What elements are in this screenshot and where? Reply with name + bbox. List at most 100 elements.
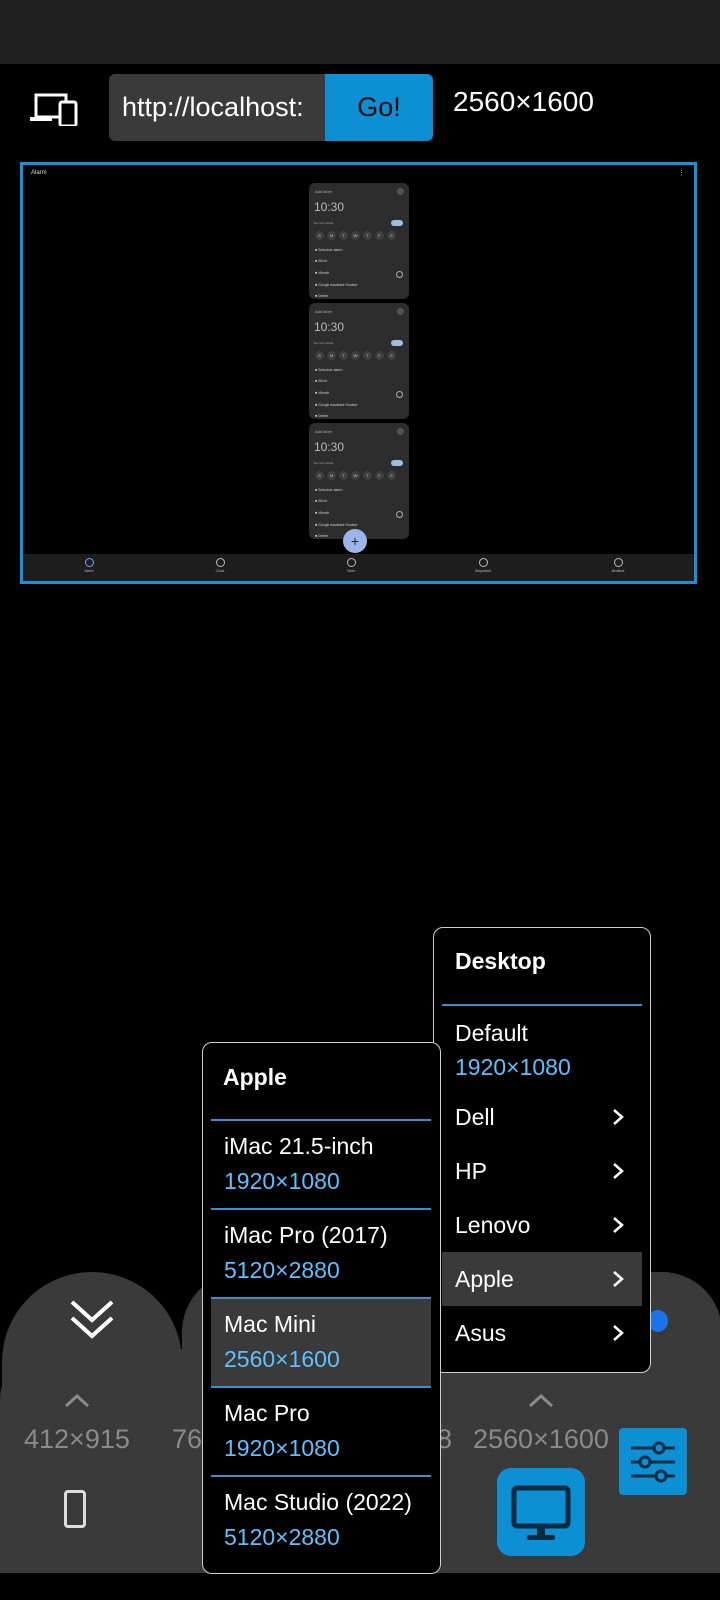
alarm-option: ■ Google Assistant Routine <box>315 283 358 287</box>
preview-nav-stopwatch: Stopwatch <box>463 558 503 573</box>
alarm-label: Add label <box>315 189 332 194</box>
apple-model-item[interactable]: iMac 21.5-inch 1920×1080 <box>211 1121 431 1208</box>
alarm-option: ■ Schedule alarm <box>315 368 343 372</box>
alarm-option: ■ Silent <box>315 259 327 263</box>
menu-item-asus[interactable]: Asus <box>442 1306 642 1360</box>
collapse-icon <box>397 188 404 195</box>
settings-button[interactable] <box>619 1428 687 1495</box>
alarm-days: SMTWTFS <box>315 231 396 240</box>
preview-app-title: Alarm <box>31 170 47 176</box>
alarm-option: ■ Delete <box>315 534 329 538</box>
radio-icon <box>396 271 403 278</box>
alarm-option: ■ Delete <box>315 414 329 418</box>
caret-up-icon[interactable] <box>528 1394 554 1408</box>
model-name: iMac 21.5-inch <box>224 1133 374 1159</box>
day-chip: T <box>363 471 372 480</box>
menu-item-dell[interactable]: Dell <box>442 1090 642 1144</box>
alarm-option: ■ Silent <box>315 499 327 503</box>
alarm-days: SMTWTFS <box>315 351 396 360</box>
apple-model-item[interactable]: Mac Studio (2022) 5120×2880 <box>211 1477 431 1564</box>
devices-icon[interactable] <box>30 92 78 126</box>
go-button[interactable]: Go! <box>325 74 433 141</box>
alarm-option: ■ Vibrate <box>315 391 330 395</box>
url-field[interactable] <box>109 74 325 141</box>
day-chip: F <box>375 471 384 480</box>
status-bar <box>0 0 720 64</box>
day-chip: F <box>375 351 384 360</box>
collapse-icon <box>397 428 404 435</box>
apple-model-item[interactable]: Mac Pro 1920×1080 <box>211 1388 431 1475</box>
chevron-right-icon <box>613 1163 624 1179</box>
apple-model-item[interactable]: iMac Pro (2017) 5120×2880 <box>211 1210 431 1297</box>
double-chevron-down-icon[interactable] <box>68 1298 116 1342</box>
menu-item-resolution: 1920×1080 <box>455 1054 571 1080</box>
day-chip: S <box>387 351 396 360</box>
radio-icon <box>396 391 403 398</box>
radio-icon <box>396 511 403 518</box>
preview-frame[interactable]: Alarm ⋮ Add label 10:30 Not scheduled S M T W T… <box>20 162 697 584</box>
size-option-desktop[interactable]: 2560×1600 <box>473 1424 609 1455</box>
menu-item-hp[interactable]: HP <box>442 1144 642 1198</box>
status-dot <box>648 1310 668 1332</box>
menu-item-apple[interactable]: Apple <box>442 1252 642 1306</box>
model-resolution: 2560×1600 <box>224 1346 340 1372</box>
day-chip: S <box>315 471 324 480</box>
model-name: Mac Studio (2022) <box>224 1489 412 1515</box>
alarm-option: ■ Vibrate <box>315 511 330 515</box>
size-option-phone[interactable]: 412×915 <box>24 1424 130 1455</box>
alarm-schedule: Not scheduled <box>314 341 334 345</box>
alarm-option: ■ Google Assistant Routine <box>315 523 358 527</box>
menu-item-default[interactable]: Default 1920×1080 <box>442 1010 642 1086</box>
monitor-icon <box>511 1485 571 1540</box>
desktop-button[interactable] <box>497 1468 585 1556</box>
day-chip: M <box>327 471 336 480</box>
day-chip: W <box>351 351 360 360</box>
preview-nav-clock: Clock <box>200 558 240 573</box>
alarm-days: SMTWTFS <box>315 471 396 480</box>
size-option-tablet[interactable]: 76 <box>172 1424 202 1455</box>
chevron-right-icon <box>613 1109 624 1125</box>
alarm-option: ■ Schedule alarm <box>315 488 343 492</box>
url-input[interactable] <box>109 91 324 124</box>
current-resolution: 2560×1600 <box>453 86 594 117</box>
preview-alarm-card: Add label 10:30 Not scheduled S M T W T F S ■ Sche… <box>309 303 409 419</box>
preview-menu-icon: ⋮ <box>678 170 685 177</box>
day-chip: W <box>351 471 360 480</box>
day-chip: T <box>339 351 348 360</box>
apple-menu: Apple iMac 21.5-inch 1920×1080 iMac Pro (2… <box>202 1042 441 1574</box>
alarm-toggle <box>391 220 403 226</box>
apple-model-item[interactable]: Mac Mini 2560×1600 <box>211 1299 431 1386</box>
day-chip: T <box>339 471 348 480</box>
desktop-menu: Desktop Default 1920×1080 Dell HP Lenovo Ap… <box>433 927 651 1373</box>
caret-up-icon[interactable] <box>64 1394 90 1408</box>
day-chip: S <box>387 231 396 240</box>
preview-alarm-card: Add label 10:30 Not scheduled S M T W T F S ■ Sche… <box>309 183 409 299</box>
alarm-option: ■ Google Assistant Routine <box>315 403 358 407</box>
phone-icon[interactable] <box>64 1490 86 1528</box>
day-chip: W <box>351 231 360 240</box>
alarm-option: ■ Silent <box>315 379 327 383</box>
model-resolution: 1920×1080 <box>224 1435 340 1461</box>
preview-bottom-nav: Alarm Clock Timer Stopwatch Bedtime <box>23 554 694 581</box>
menu-item-lenovo[interactable]: Lenovo <box>442 1198 642 1252</box>
day-chip: M <box>327 231 336 240</box>
alarm-option: ■ Delete <box>315 294 329 298</box>
day-chip: F <box>375 231 384 240</box>
alarm-toggle <box>391 460 403 466</box>
day-chip: S <box>387 471 396 480</box>
alarm-label: Add label <box>315 309 332 314</box>
alarm-option: ■ Vibrate <box>315 271 330 275</box>
model-name: Mac Mini <box>224 1311 317 1337</box>
collapse-icon <box>397 308 404 315</box>
day-chip: T <box>363 231 372 240</box>
apple-menu-title: Apple <box>223 1064 287 1090</box>
chevron-right-icon <box>613 1271 624 1287</box>
divider <box>442 1004 642 1006</box>
alarm-time: 10:30 <box>314 440 345 454</box>
preview-alarm-card: Add label 10:30 Not scheduled S M T W T F S ■ Sche… <box>309 423 409 539</box>
menu-item-label: Default <box>455 1020 528 1046</box>
add-alarm-button: + <box>343 529 367 553</box>
preview-nav-timer: Timer <box>331 558 371 573</box>
day-chip: S <box>315 231 324 240</box>
day-chip: T <box>339 231 348 240</box>
